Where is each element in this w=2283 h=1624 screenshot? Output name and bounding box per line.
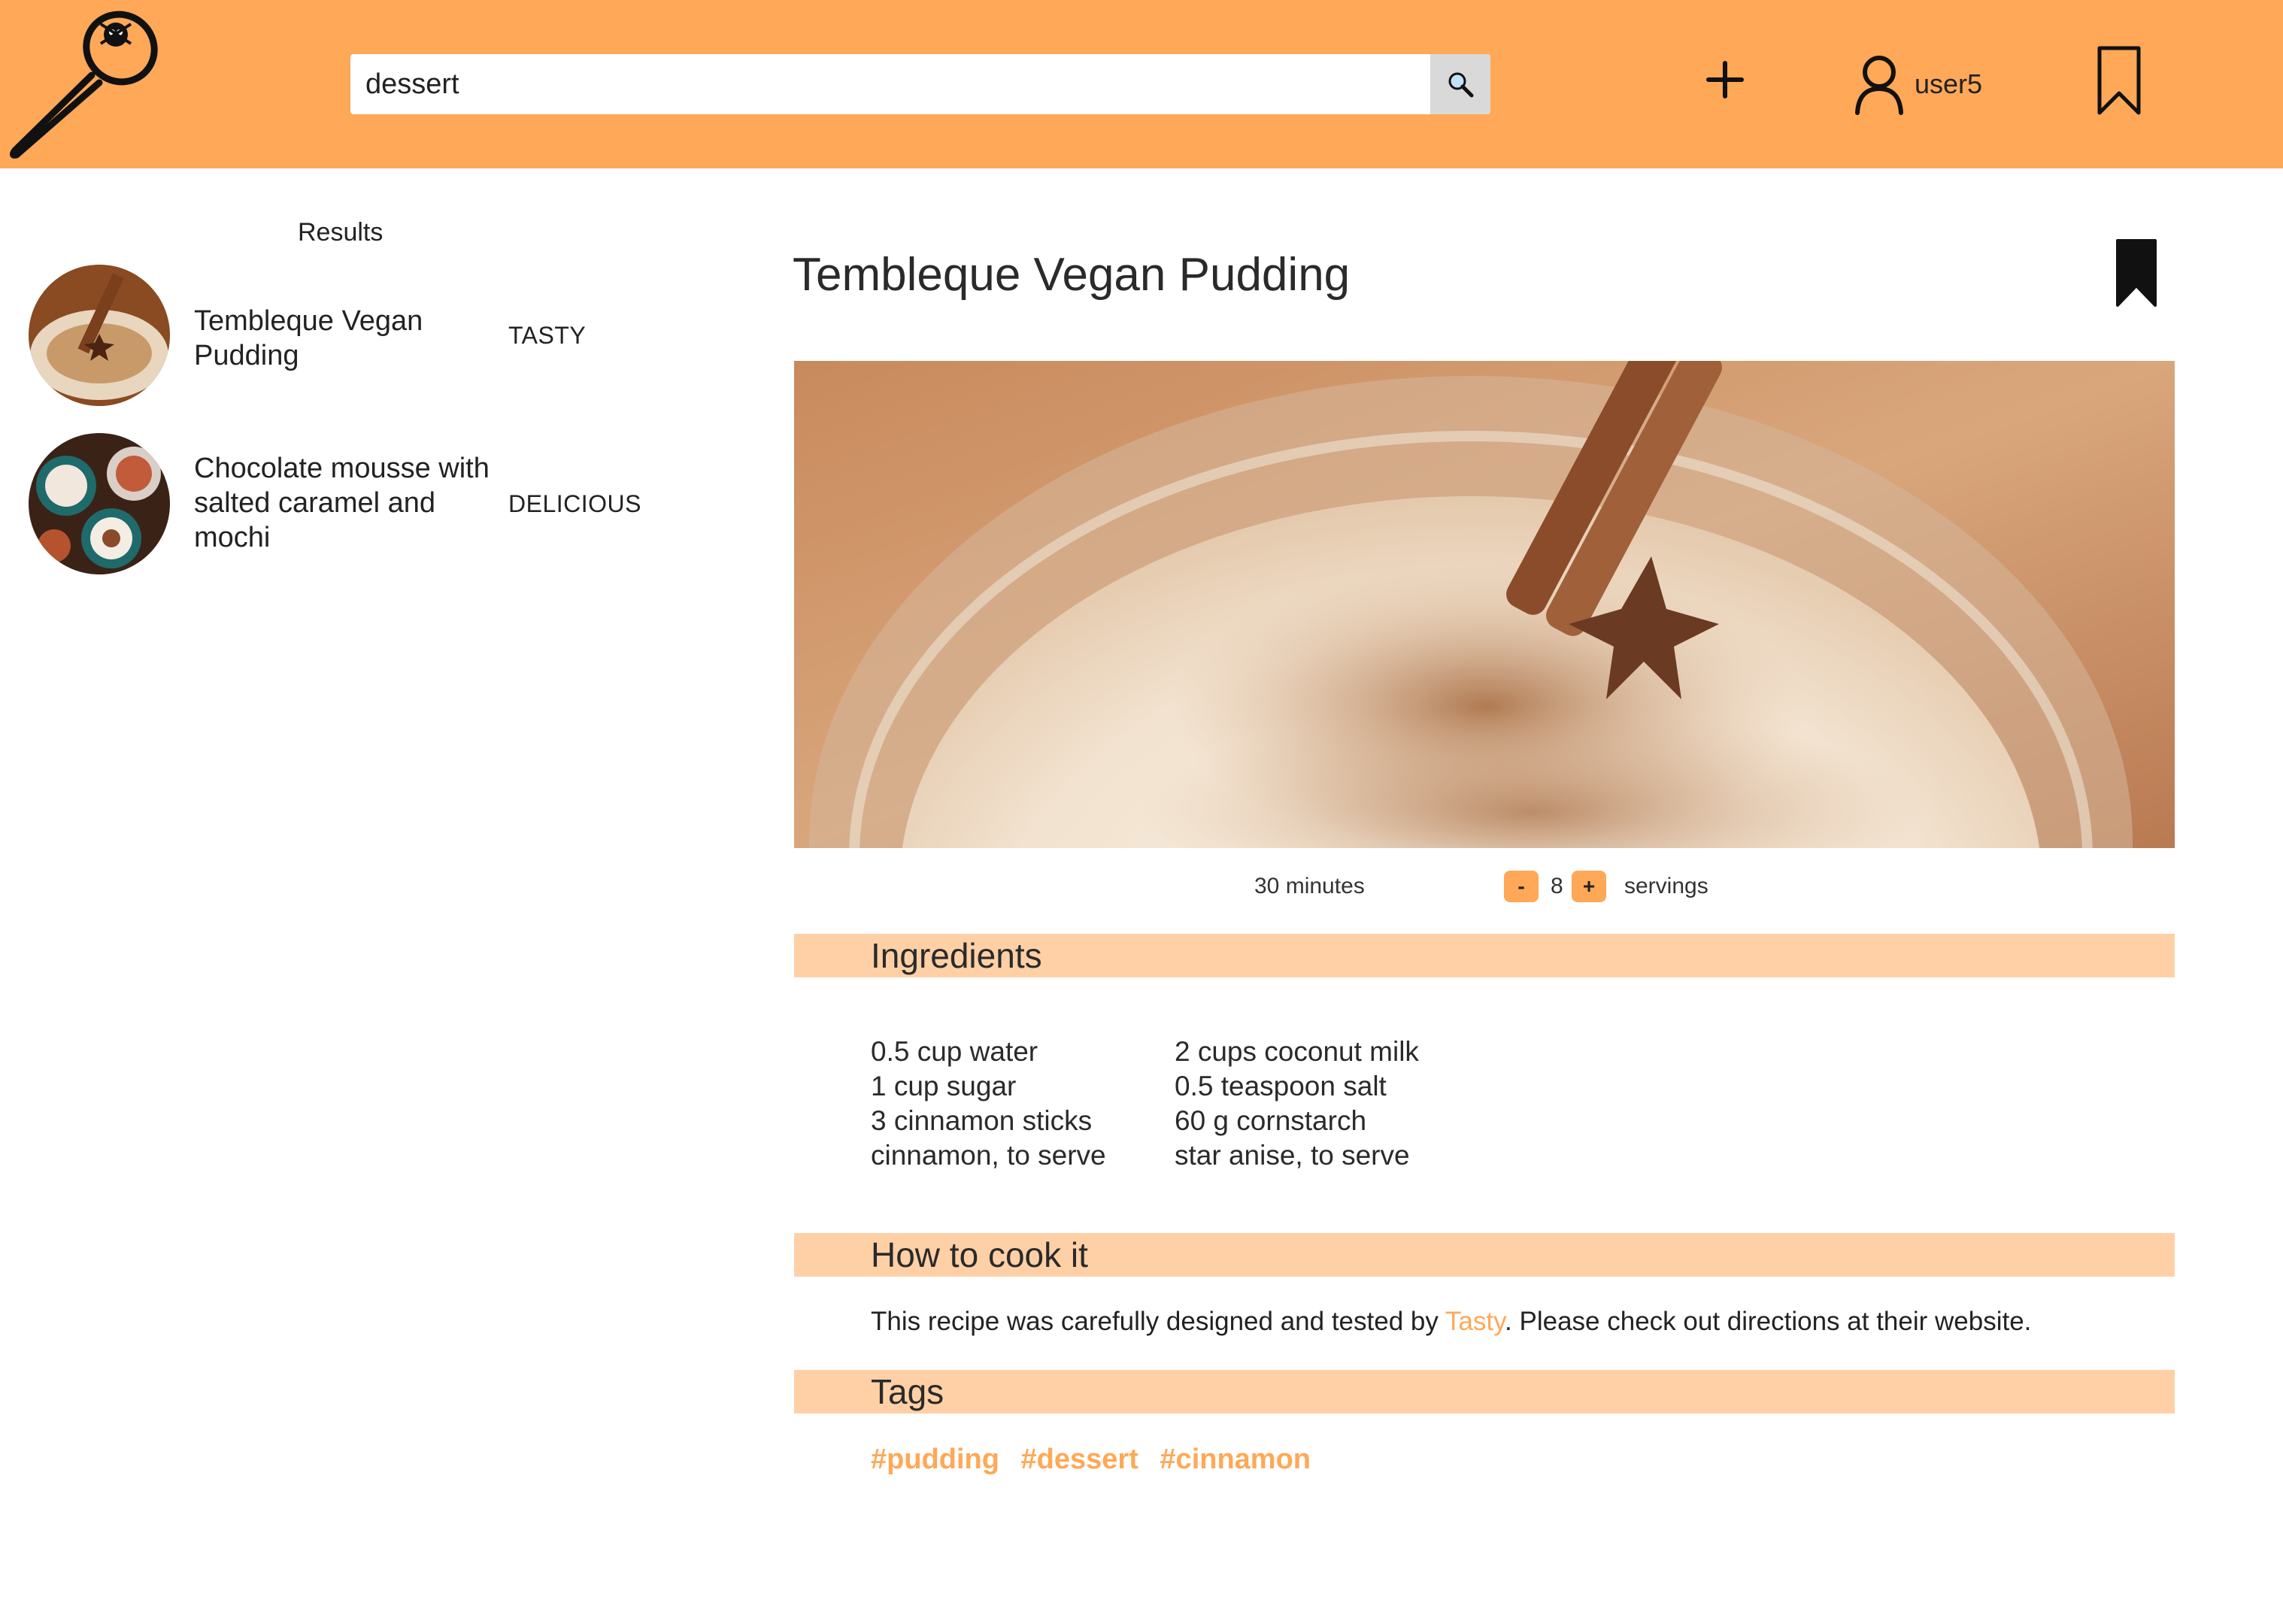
- ingredients-column: 0.5 cup water 1 cup sugar 3 cinnamon sti…: [871, 1035, 1172, 1173]
- result-thumbnail: [29, 265, 170, 406]
- user-name: user5: [1915, 68, 1983, 99]
- app-header: user5: [0, 0, 2283, 168]
- result-name: Chocolate mousse with salted caramel and…: [194, 453, 490, 553]
- ingredient-item: cinnamon, to serve: [871, 1140, 1106, 1171]
- bookmark-filled-icon: [2116, 239, 2157, 307]
- tags-heading: Tags: [871, 1372, 944, 1411]
- source-link[interactable]: Tasty: [1445, 1307, 1505, 1336]
- how-to-cook-heading: How to cook it: [871, 1235, 1088, 1274]
- ingredients-column: 2 cups coconut milk 0.5 teaspoon salt 60…: [1175, 1035, 1475, 1173]
- bookmarks-button[interactable]: [2095, 45, 2143, 117]
- directions-text-end: . Please check out directions at their w…: [1505, 1307, 2032, 1336]
- ingredient-item: 3 cinnamon sticks: [871, 1105, 1093, 1136]
- result-name: Tembleque Vegan Pudding: [194, 305, 423, 371]
- add-recipe-button[interactable]: [1702, 53, 1748, 107]
- tags-section-header: Tags: [794, 1370, 2175, 1413]
- tag-list: #pudding #dessert #cinnamon: [871, 1444, 1324, 1476]
- cooking-time: 30 minutes: [1254, 874, 1365, 898]
- ingredient-item: 2 cups coconut milk: [1175, 1036, 1419, 1067]
- recipe-meta: 30 minutes - 8 + servings: [794, 871, 2175, 908]
- result-item[interactable]: Tembleque Vegan Pudding TASTY: [29, 265, 675, 408]
- results-heading: Results: [298, 218, 384, 247]
- recipe-title: Tembleque Vegan Pudding: [793, 249, 1351, 301]
- ingredients-heading: Ingredients: [871, 936, 1042, 975]
- directions-text-start: This recipe was carefully designed and t…: [871, 1307, 1445, 1336]
- result-source: DELICIOUS: [508, 490, 641, 517]
- servings-label: servings: [1624, 874, 1708, 898]
- decrease-servings-button[interactable]: -: [1504, 871, 1539, 902]
- result-item[interactable]: Chocolate mousse with salted caramel and…: [29, 433, 675, 576]
- result-thumbnail: [29, 433, 170, 574]
- increase-servings-button[interactable]: +: [1572, 871, 1606, 902]
- ingredient-item: 60 g cornstarch: [1175, 1105, 1367, 1136]
- tag-link[interactable]: #dessert: [1021, 1444, 1138, 1475]
- recipe-image: [794, 361, 2175, 848]
- search-icon: [1448, 72, 1474, 98]
- user-icon: [1855, 56, 1903, 115]
- search-button[interactable]: [1430, 54, 1490, 114]
- ingredient-item: star anise, to serve: [1175, 1140, 1410, 1171]
- result-source: TASTY: [508, 322, 587, 349]
- search-bar: [350, 54, 1490, 114]
- directions-text: This recipe was carefully designed and t…: [871, 1307, 2031, 1337]
- tag-link[interactable]: #cinnamon: [1160, 1444, 1311, 1475]
- tag-link[interactable]: #pudding: [871, 1444, 999, 1475]
- ingredient-item: 0.5 teaspoon salt: [1175, 1071, 1387, 1101]
- user-menu[interactable]: user5: [1853, 53, 1982, 116]
- recipe-bookmark-button[interactable]: [2115, 238, 2158, 308]
- servings-count: 8: [1551, 874, 1563, 898]
- bookmark-outline-icon: [2097, 46, 2141, 115]
- how-to-cook-section-header: How to cook it: [794, 1233, 2175, 1277]
- spoon-logo-icon[interactable]: [3, 5, 162, 161]
- ingredient-item: 1 cup sugar: [871, 1071, 1017, 1101]
- search-input[interactable]: [350, 54, 1429, 114]
- plus-icon: [1706, 61, 1744, 98]
- ingredient-item: 0.5 cup water: [871, 1036, 1038, 1067]
- ingredients-section-header: Ingredients: [794, 934, 2175, 977]
